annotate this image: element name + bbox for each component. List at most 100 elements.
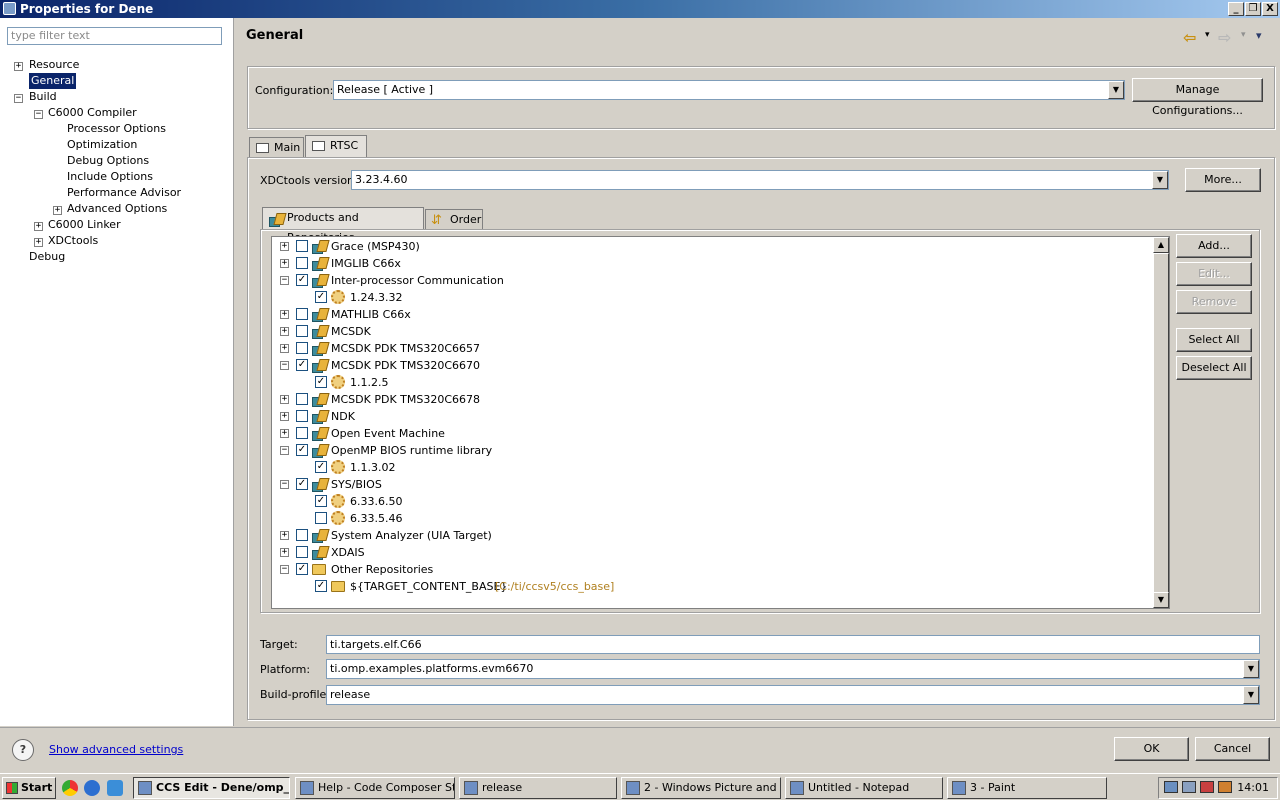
product-checkbox[interactable]: ✓ xyxy=(315,291,327,303)
product-checkbox[interactable]: ✓ xyxy=(296,444,308,456)
product-checkbox[interactable] xyxy=(296,240,308,252)
product-row[interactable]: ✓ 1.24.3.32 xyxy=(272,289,1152,306)
tree-expander-icon[interactable]: + xyxy=(280,327,289,336)
product-row[interactable]: + IMGLIB C66x xyxy=(272,255,1152,272)
scroll-up-icon[interactable]: ▲ xyxy=(1153,237,1169,253)
deselect-all-button[interactable]: Deselect All xyxy=(1176,356,1252,380)
tree-item-advanced-options[interactable]: Advanced Options xyxy=(67,201,167,217)
tab-main[interactable]: Main xyxy=(249,137,304,158)
tree-item-resource[interactable]: Resource xyxy=(29,57,79,73)
taskbar-task[interactable]: 3 - Paint xyxy=(947,777,1107,799)
chrome-icon[interactable] xyxy=(62,780,78,796)
tree-item-debug-options[interactable]: Debug Options xyxy=(67,153,149,169)
tree-expander-icon[interactable]: − xyxy=(34,110,43,119)
tree-item-build[interactable]: Build xyxy=(29,89,57,105)
chevron-down-icon[interactable]: ▼ xyxy=(1243,686,1259,704)
products-scrollbar[interactable]: ▲ ▼ xyxy=(1153,237,1169,608)
tree-expander-icon[interactable]: − xyxy=(280,446,289,455)
tree-expander-icon[interactable]: + xyxy=(280,344,289,353)
tree-item-optimization[interactable]: Optimization xyxy=(67,137,137,153)
internet-explorer-icon[interactable] xyxy=(84,780,100,796)
product-checkbox[interactable]: ✓ xyxy=(296,274,308,286)
chevron-down-icon[interactable]: ▼ xyxy=(1108,81,1124,99)
product-checkbox[interactable] xyxy=(296,325,308,337)
product-row[interactable]: + NDK xyxy=(272,408,1152,425)
tab-products-repositories[interactable]: Products and Repositories xyxy=(262,207,424,244)
help-icon[interactable]: ? xyxy=(12,739,34,761)
tree-item-c6000-compiler[interactable]: C6000 Compiler xyxy=(48,105,137,121)
product-checkbox[interactable] xyxy=(296,529,308,541)
tree-expander-icon[interactable]: + xyxy=(280,242,289,251)
view-menu-icon[interactable]: ▾ xyxy=(1256,29,1262,42)
product-row[interactable]: ✓ 6.33.6.50 xyxy=(272,493,1152,510)
taskbar-task[interactable]: Untitled - Notepad xyxy=(785,777,943,799)
product-row[interactable]: + MATHLIB C66x xyxy=(272,306,1152,323)
add-button[interactable]: Add... xyxy=(1176,234,1252,258)
select-all-button[interactable]: Select All xyxy=(1176,328,1252,352)
tab-rtsc[interactable]: RTSC xyxy=(305,135,367,158)
tree-expander-icon[interactable]: + xyxy=(280,412,289,421)
product-checkbox[interactable] xyxy=(296,546,308,558)
tree-expander-icon[interactable]: − xyxy=(280,276,289,285)
build-profile-select[interactable]: release ▼ xyxy=(326,685,1260,705)
taskbar-task[interactable]: 2 - Windows Picture and ... xyxy=(621,777,781,799)
product-checkbox[interactable]: ✓ xyxy=(315,461,327,473)
product-checkbox[interactable]: ✓ xyxy=(315,495,327,507)
tree-expander-icon[interactable]: + xyxy=(14,62,23,71)
product-checkbox[interactable] xyxy=(296,427,308,439)
alert-icon[interactable] xyxy=(1200,781,1214,793)
product-row[interactable]: 6.33.5.46 xyxy=(272,510,1152,527)
tree-expander-icon[interactable]: + xyxy=(34,238,43,247)
product-row[interactable]: + MCSDK PDK TMS320C6678 xyxy=(272,391,1152,408)
product-checkbox[interactable]: ✓ xyxy=(315,580,327,592)
tree-item-c6000-linker[interactable]: C6000 Linker xyxy=(48,217,121,233)
tree-expander-icon[interactable]: − xyxy=(14,94,23,103)
network-icon[interactable] xyxy=(1164,781,1178,793)
tree-item-general[interactable]: General xyxy=(29,73,77,89)
tree-expander-icon[interactable]: + xyxy=(280,395,289,404)
product-checkbox[interactable]: ✓ xyxy=(296,563,308,575)
product-row[interactable]: + XDAIS xyxy=(272,544,1152,561)
product-row[interactable]: − ✓ Other Repositories xyxy=(272,561,1152,578)
tree-expander-icon[interactable]: + xyxy=(280,548,289,557)
product-checkbox[interactable] xyxy=(296,342,308,354)
product-row[interactable]: + Grace (MSP430) xyxy=(272,238,1152,255)
tree-item-xdctools[interactable]: XDCtools xyxy=(48,233,98,249)
product-row[interactable]: ✓ 1.1.3.02 xyxy=(272,459,1152,476)
more-button[interactable]: More... xyxy=(1185,168,1261,192)
close-button[interactable]: X xyxy=(1262,2,1278,16)
target-input[interactable]: ti.targets.elf.C66 xyxy=(326,635,1260,654)
tree-expander-icon[interactable]: + xyxy=(280,429,289,438)
scroll-down-icon[interactable]: ▼ xyxy=(1153,592,1169,608)
start-button[interactable]: Start xyxy=(2,777,56,799)
tab-order[interactable]: ⇵ Order xyxy=(425,209,483,230)
tree-expander-icon[interactable]: − xyxy=(280,565,289,574)
product-row[interactable]: + System Analyzer (UIA Target) xyxy=(272,527,1152,544)
product-row[interactable]: − ✓ OpenMP BIOS runtime library xyxy=(272,442,1152,459)
product-checkbox[interactable] xyxy=(296,393,308,405)
edit-button[interactable]: Edit... xyxy=(1176,262,1252,286)
product-checkbox[interactable] xyxy=(296,257,308,269)
manage-configurations-button[interactable]: Manage Configurations... xyxy=(1132,78,1263,117)
tree-item-performance-advisor[interactable]: Performance Advisor xyxy=(67,185,181,201)
back-arrow-icon[interactable]: ⇦ xyxy=(1183,28,1196,47)
xdctools-version-select[interactable]: 3.23.4.60 ▼ xyxy=(351,170,1169,190)
product-row[interactable]: − ✓ Inter-processor Communication xyxy=(272,272,1152,289)
product-checkbox[interactable]: ✓ xyxy=(296,359,308,371)
tree-expander-icon[interactable]: − xyxy=(280,480,289,489)
cancel-button[interactable]: Cancel xyxy=(1195,737,1270,761)
maximize-button[interactable]: ❐ xyxy=(1245,2,1261,16)
tree-item-debug[interactable]: Debug xyxy=(29,249,65,265)
tree-expander-icon[interactable]: + xyxy=(34,222,43,231)
minimize-button[interactable]: _ xyxy=(1228,2,1244,16)
network-icon[interactable] xyxy=(1182,781,1196,793)
chevron-down-icon[interactable]: ▾ xyxy=(1205,30,1210,40)
taskbar-task[interactable]: release xyxy=(459,777,617,799)
tree-item-processor-options[interactable]: Processor Options xyxy=(67,121,166,137)
product-row[interactable]: + Open Event Machine xyxy=(272,425,1152,442)
volume-icon[interactable] xyxy=(1218,781,1232,793)
tree-item-include-options[interactable]: Include Options xyxy=(67,169,153,185)
tree-expander-icon[interactable]: + xyxy=(280,310,289,319)
show-advanced-settings-link[interactable]: Show advanced settings xyxy=(49,743,183,756)
product-checkbox[interactable]: ✓ xyxy=(296,478,308,490)
